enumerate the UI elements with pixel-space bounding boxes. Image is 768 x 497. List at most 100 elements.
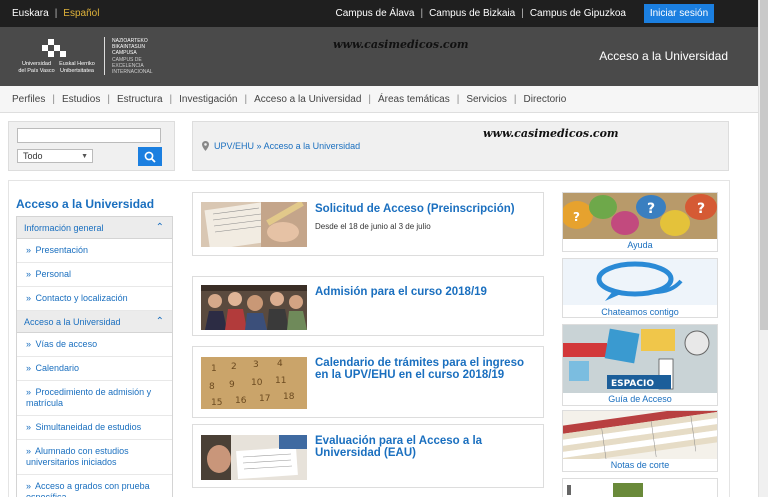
- sidebar-item-procedimiento[interactable]: » Procedimiento de admisión y matrícula: [17, 381, 172, 416]
- page-scrollbar[interactable]: [758, 0, 768, 497]
- tile-ayuda[interactable]: ? ? ? Ayuda: [562, 192, 718, 252]
- scrollbar-thumb[interactable]: [760, 0, 768, 330]
- sidebar-title: Acceso a la Universidad: [16, 197, 155, 211]
- tile-guia[interactable]: ESPACIO Guía de Acceso: [562, 324, 718, 406]
- news-card[interactable]: 1 2 3 4 8 9 10 11 15 16 17 18 Calendario de trámi…: [192, 346, 544, 418]
- svg-text:8: 8: [209, 382, 215, 392]
- news-image-writing: [201, 202, 307, 247]
- svg-text:11: 11: [275, 376, 286, 386]
- svg-text:3: 3: [253, 360, 259, 370]
- svg-text:10: 10: [251, 378, 263, 388]
- svg-text:18: 18: [283, 392, 295, 402]
- nav-item-directorio[interactable]: Directorio: [524, 94, 567, 105]
- top-bar: Euskara | Español Campus de Álava | Campus d…: [0, 0, 758, 27]
- search-scope-value: Todo: [23, 151, 43, 161]
- news-title[interactable]: Calendario de trámites para el ingreso e…: [315, 357, 537, 381]
- search-icon: [144, 151, 156, 163]
- sidebar-item-alumnado[interactable]: » Alumnado con estudios universitarios i…: [17, 440, 172, 475]
- news-card[interactable]: Solicitud de Acceso (Preinscripción) Des…: [192, 192, 544, 256]
- news-title[interactable]: Solicitud de Acceso (Preinscripción): [315, 203, 537, 215]
- grades-table-image: [563, 411, 717, 459]
- separator: |: [521, 8, 524, 19]
- svg-text:15: 15: [211, 398, 222, 408]
- svg-text:16: 16: [235, 396, 247, 406]
- svg-text:?: ?: [697, 201, 705, 217]
- svg-text:?: ?: [573, 210, 580, 224]
- news-title[interactable]: Evaluación para el Acceso a la Universid…: [315, 435, 537, 459]
- sidebar-section-informacion[interactable]: Información general ⌃: [17, 217, 172, 239]
- nav-item-estudios[interactable]: Estudios: [62, 94, 100, 105]
- tile-chat[interactable]: Chateamos contigo: [562, 258, 718, 318]
- logo-name-eu: Euskal Herriko Unibertsitatea: [59, 61, 95, 74]
- sidebar-item-calendario[interactable]: » Calendario: [17, 357, 172, 381]
- logo-divider: [104, 37, 105, 75]
- news-image-exam: [201, 435, 307, 480]
- sidebar-section-acceso[interactable]: Acceso a la Universidad ⌃: [17, 311, 172, 333]
- tile-notas[interactable]: Notas de corte: [562, 410, 718, 472]
- news-image-calendar: 1 2 3 4 8 9 10 11 15 16 17 18: [201, 357, 307, 409]
- sidebar-item-vias-acceso[interactable]: » Vías de acceso: [17, 333, 172, 357]
- site-title[interactable]: Acceso a la Universidad: [599, 49, 728, 63]
- site-header: Universidad del País Vasco Euskal Herriko…: [0, 27, 758, 86]
- nav-item-servicios[interactable]: Servicios: [466, 94, 507, 105]
- language-switcher: Euskara | Español: [12, 8, 99, 19]
- svg-text:17: 17: [259, 394, 270, 404]
- language-euskara[interactable]: Euskara: [12, 8, 49, 19]
- nav-item-investigacion[interactable]: Investigación: [179, 94, 237, 105]
- svg-text:?: ?: [647, 201, 655, 217]
- chevron-up-icon: ⌃: [155, 222, 164, 233]
- campus-bizkaia-link[interactable]: Campus de Bizkaia: [429, 8, 515, 19]
- breadcrumb-acceso[interactable]: Acceso a la Universidad: [264, 141, 361, 151]
- news-image-students: [201, 285, 307, 330]
- search-panel: Todo ▼: [8, 121, 175, 171]
- espacio-guide-image: ESPACIO: [563, 325, 717, 393]
- breadcrumb: UPV/EHU » Acceso a la Universidad: [214, 141, 360, 151]
- svg-text:9: 9: [229, 380, 235, 390]
- news-subtitle: Desde el 18 de junio al 3 de julio: [315, 222, 431, 231]
- sidebar-item-simultaneidad[interactable]: » Simultaneidad de estudios: [17, 416, 172, 440]
- watermark-text: www.casimedicos.com: [333, 38, 469, 51]
- location-pin-icon: [202, 141, 209, 151]
- sidebar-item-contacto[interactable]: » Contacto y localización: [17, 287, 172, 311]
- breadcrumb-upv-ehu[interactable]: UPV/EHU: [214, 141, 254, 151]
- news-card[interactable]: Evaluación para el Acceso a la Universid…: [192, 424, 544, 488]
- sidebar-section-label: Acceso a la Universidad: [24, 317, 121, 327]
- tile-label[interactable]: Ayuda: [563, 240, 717, 250]
- chat-bubble-icon: [563, 259, 717, 305]
- upv-ehu-logo-icon: [42, 39, 66, 59]
- tile-label[interactable]: Notas de corte: [563, 460, 717, 470]
- nav-item-perfiles[interactable]: Perfiles: [12, 94, 45, 105]
- search-button[interactable]: [138, 147, 162, 166]
- partial-tile-image: [563, 479, 717, 497]
- university-logo[interactable]: Universidad del País Vasco Euskal Herriko…: [14, 35, 159, 80]
- tile-label[interactable]: Guía de Acceso: [563, 394, 717, 404]
- login-button[interactable]: Iniciar sesión: [644, 4, 714, 23]
- tile-image-text: ESPACIO: [611, 379, 654, 389]
- svg-text:2: 2: [231, 362, 237, 372]
- sidebar-section-label: Información general: [24, 223, 104, 233]
- tile-label[interactable]: Chateamos contigo: [563, 307, 717, 317]
- news-title[interactable]: Admisión para el curso 2018/19: [315, 286, 537, 298]
- speech-bubbles-image: ? ? ?: [563, 193, 717, 239]
- search-input[interactable]: [17, 128, 161, 143]
- logo-name-es: Universidad del País Vasco: [18, 61, 55, 74]
- breadcrumb-separator: »: [256, 141, 262, 151]
- sidebar-item-presentacion[interactable]: » Presentación: [17, 239, 172, 263]
- breadcrumb-panel: UPV/EHU » Acceso a la Universidad www.ca…: [192, 121, 729, 171]
- campus-gipuzkoa-link[interactable]: Campus de Gipuzkoa: [530, 8, 626, 19]
- language-espanol[interactable]: Español: [63, 8, 99, 19]
- nav-item-estructura[interactable]: Estructura: [117, 94, 163, 105]
- sidebar-menu: Información general ⌃ » Presentación » P…: [16, 216, 173, 497]
- svg-text:1: 1: [211, 364, 217, 374]
- sidebar-item-prueba-especifica[interactable]: » Acceso a grados con prueba específica: [17, 475, 172, 497]
- news-card[interactable]: Admisión para el curso 2018/19: [192, 276, 544, 336]
- sidebar-item-personal[interactable]: » Personal: [17, 263, 172, 287]
- campus-alava-link[interactable]: Campus de Álava: [336, 8, 415, 19]
- tile-partial[interactable]: [562, 478, 718, 497]
- nav-item-areas[interactable]: Áreas temáticas: [378, 94, 450, 105]
- nav-item-acceso[interactable]: Acceso a la Universidad: [254, 94, 361, 105]
- main-nav: Perfiles | Estudios | Estructura | Investigaci…: [0, 86, 758, 113]
- search-scope-select[interactable]: Todo ▼: [17, 149, 93, 163]
- svg-text:4: 4: [277, 359, 283, 369]
- watermark-text: www.casimedicos.com: [483, 127, 619, 140]
